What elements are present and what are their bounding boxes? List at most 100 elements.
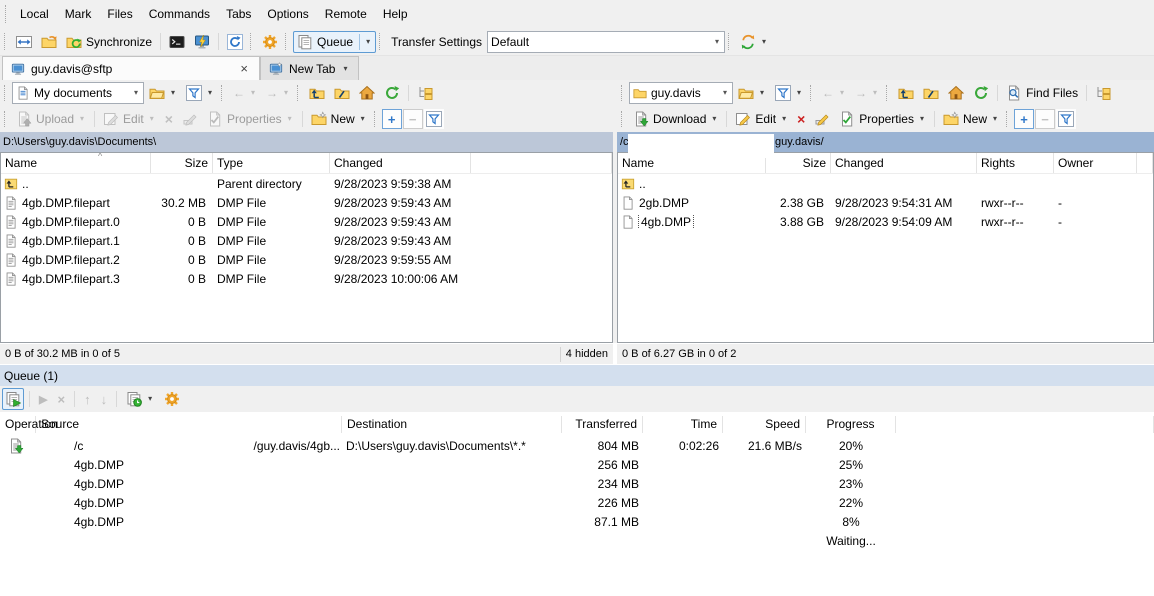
- queue-item-row[interactable]: Waiting...: [0, 531, 1154, 550]
- toolbar-grip[interactable]: [5, 5, 10, 23]
- toolbar-grip[interactable]: [621, 111, 626, 127]
- column-header-owner[interactable]: Owner: [1054, 153, 1137, 173]
- column-header-progress[interactable]: Progress: [806, 416, 896, 433]
- remote-properties-button[interactable]: Properties▾: [835, 107, 930, 131]
- local-selection-filter-button[interactable]: [424, 109, 444, 129]
- session-tab[interactable]: guy.davis@sftp ×: [2, 56, 260, 80]
- chevron-down-icon[interactable]: ▾: [795, 89, 803, 97]
- queue-move-up-button[interactable]: ↑: [80, 392, 95, 407]
- download-button[interactable]: Download▾: [629, 107, 722, 131]
- chevron-down-icon[interactable]: ▾: [169, 89, 177, 97]
- remote-delete-button[interactable]: ×: [793, 107, 809, 131]
- remote-select-button[interactable]: +: [1014, 109, 1034, 129]
- queue-item-row[interactable]: 4gb.DMP 226 MB 22%: [0, 493, 1154, 512]
- menu-local[interactable]: Local: [12, 3, 57, 25]
- column-header-operation[interactable]: Operation: [0, 416, 36, 433]
- chevron-down-icon[interactable]: ▾: [132, 89, 140, 97]
- column-header-changed[interactable]: Changed: [330, 153, 471, 173]
- chevron-down-icon[interactable]: ▾: [341, 65, 349, 73]
- file-row[interactable]: 4gb.DMP.filepart.3 0 B DMP File 9/28/202…: [1, 269, 612, 288]
- toolbar-grip[interactable]: [250, 33, 255, 50]
- menu-commands[interactable]: Commands: [141, 3, 218, 25]
- toolbar-grip[interactable]: [886, 85, 891, 101]
- file-row[interactable]: ..: [618, 174, 1153, 193]
- file-row[interactable]: 2gb.DMP 2.38 GB 9/28/2023 9:54:31 AM rwx…: [618, 193, 1153, 212]
- file-row[interactable]: 4gb.DMP.filepart.1 0 B DMP File 9/28/202…: [1, 231, 612, 250]
- local-open-directory-button[interactable]: ▾: [145, 81, 181, 105]
- queue-resume-button[interactable]: ▶: [35, 393, 51, 406]
- column-header-time[interactable]: Time: [643, 416, 723, 433]
- toolbar-grip[interactable]: [4, 33, 9, 50]
- upload-button[interactable]: Upload▾: [12, 107, 90, 131]
- local-forward-button[interactable]: →▾: [262, 82, 294, 104]
- column-header-transferred[interactable]: Transferred: [562, 416, 643, 433]
- menu-mark[interactable]: Mark: [57, 3, 100, 25]
- remote-selection-filter-button[interactable]: [1056, 109, 1076, 129]
- remote-directory-combo[interactable]: guy.davis ▾: [629, 82, 733, 104]
- remote-filter-button[interactable]: ▾: [771, 81, 807, 105]
- remote-edit-button[interactable]: Edit▾: [731, 107, 792, 131]
- swap-panels-button[interactable]: [12, 30, 36, 54]
- menu-tabs[interactable]: Tabs: [218, 3, 259, 25]
- local-root-directory-button[interactable]: [330, 81, 354, 105]
- transfer-settings-combo[interactable]: Default ▾: [487, 31, 725, 53]
- local-rename-button[interactable]: [178, 107, 202, 131]
- queue-item-row[interactable]: /c/guy.davis/4gb... D:\Users\guy.davis\D…: [0, 436, 1154, 455]
- local-back-button[interactable]: ←▾: [229, 82, 261, 104]
- new-session-button[interactable]: [190, 30, 214, 54]
- remote-open-directory-button[interactable]: ▾: [734, 81, 770, 105]
- local-select-button[interactable]: +: [382, 109, 402, 129]
- local-new-button[interactable]: New▾: [307, 107, 371, 131]
- new-tab-button[interactable]: New Tab ▾: [260, 56, 359, 80]
- synchronize-button[interactable]: Synchronize: [62, 30, 156, 54]
- file-row[interactable]: 4gb.DMP.filepart 30.2 MB DMP File 9/28/2…: [1, 193, 612, 212]
- remote-parent-directory-button[interactable]: [894, 81, 918, 105]
- queue-idle-options-button[interactable]: ▾: [122, 387, 158, 411]
- local-path-bar[interactable]: D:\Users\guy.davis\Documents\: [0, 132, 613, 152]
- column-header-size[interactable]: Size: [766, 153, 831, 173]
- local-filter-button[interactable]: ▾: [182, 81, 218, 105]
- queue-preferences-button[interactable]: [160, 387, 184, 411]
- close-tab-icon[interactable]: ×: [237, 61, 251, 76]
- transfer-options-button[interactable]: ▾: [736, 30, 772, 54]
- queue-show-button[interactable]: [2, 388, 24, 410]
- column-header-size[interactable]: Size: [151, 153, 213, 173]
- open-terminal-button[interactable]: [165, 30, 189, 54]
- queue-item-row[interactable]: 4gb.DMP 256 MB 25%: [0, 455, 1154, 474]
- column-header-type[interactable]: Type: [213, 153, 330, 173]
- remote-back-button[interactable]: ←▾: [818, 82, 850, 104]
- queue-move-down-button[interactable]: ↓: [97, 392, 112, 407]
- column-header-source[interactable]: Source: [36, 416, 342, 433]
- toolbar-grip[interactable]: [297, 85, 302, 101]
- local-home-directory-button[interactable]: [355, 81, 379, 105]
- column-header-rights[interactable]: Rights: [977, 153, 1054, 173]
- toolbar-grip[interactable]: [374, 111, 379, 127]
- column-header-destination[interactable]: Destination: [342, 416, 562, 433]
- toolbar-grip[interactable]: [379, 33, 384, 50]
- remote-unselect-button[interactable]: −: [1035, 109, 1055, 129]
- toolbar-grip[interactable]: [285, 33, 290, 50]
- remote-rename-button[interactable]: [810, 107, 834, 131]
- queue-delete-button[interactable]: ×: [53, 392, 69, 407]
- remote-root-directory-button[interactable]: [919, 81, 943, 105]
- local-parent-directory-button[interactable]: [305, 81, 329, 105]
- chevron-down-icon[interactable]: ▾: [364, 38, 372, 46]
- local-properties-button[interactable]: Properties▾: [203, 107, 298, 131]
- local-refresh-button[interactable]: [380, 81, 404, 105]
- local-hidden-count[interactable]: 4 hidden: [561, 346, 613, 363]
- local-delete-button[interactable]: ×: [161, 107, 177, 131]
- file-row[interactable]: .. Parent directory 9/28/2023 9:59:38 AM: [1, 174, 612, 193]
- local-directory-combo[interactable]: My documents ▾: [12, 82, 144, 104]
- menu-options[interactable]: Options: [259, 3, 316, 25]
- local-unselect-button[interactable]: −: [403, 109, 423, 129]
- toolbar-grip[interactable]: [728, 33, 733, 50]
- menu-help[interactable]: Help: [375, 3, 416, 25]
- preferences-button[interactable]: [258, 30, 282, 54]
- chevron-down-icon[interactable]: ▾: [758, 89, 766, 97]
- file-row[interactable]: 4gb.DMP 3.88 GB 9/28/2023 9:54:09 AM rwx…: [618, 212, 1153, 231]
- remote-refresh-button[interactable]: [969, 81, 993, 105]
- remote-home-directory-button[interactable]: [944, 81, 968, 105]
- refresh-button[interactable]: [223, 30, 247, 54]
- remote-path-bar[interactable]: /c guy.davis/: [617, 132, 1154, 152]
- local-edit-button[interactable]: Edit▾: [99, 107, 160, 131]
